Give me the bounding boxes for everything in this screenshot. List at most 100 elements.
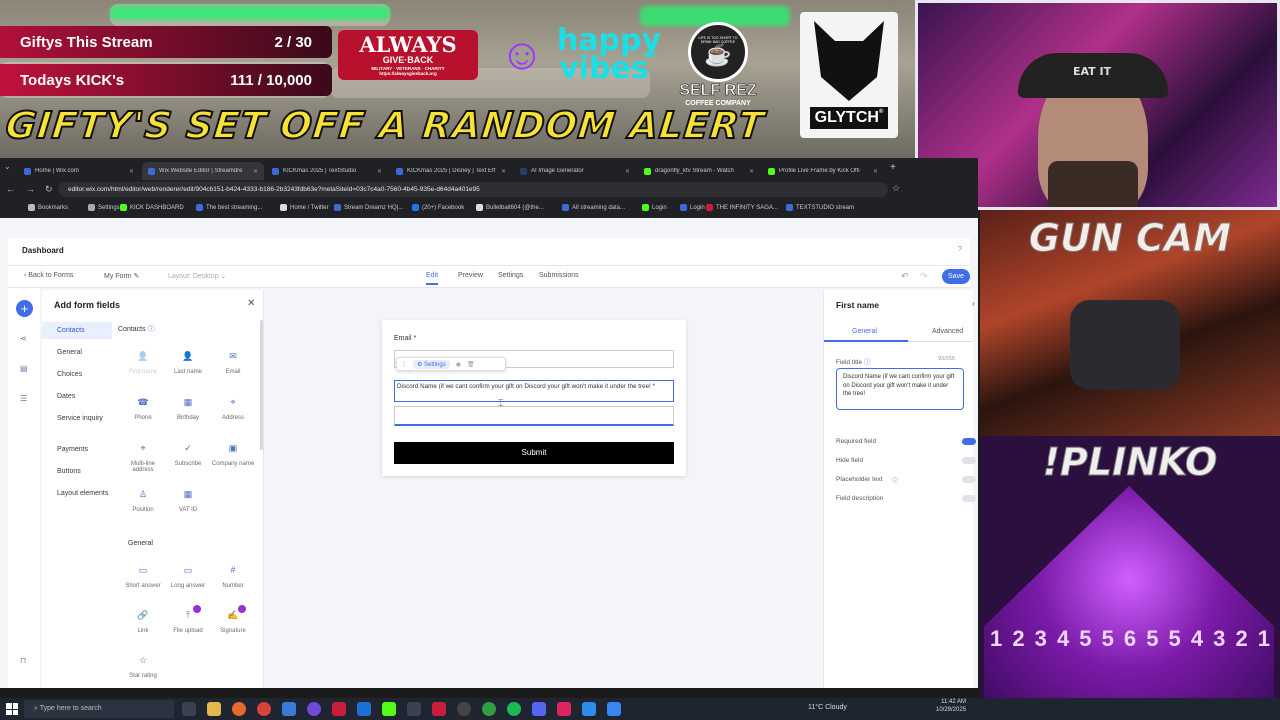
browser-tab[interactable]: Profile Live Frame by Kick Offi ✕	[762, 162, 884, 180]
info-icon[interactable]: ⓘ	[892, 476, 898, 485]
tab-close-icon[interactable]: ✕	[253, 168, 258, 175]
info-icon[interactable]: ⓘ	[864, 359, 871, 366]
file-explorer-icon[interactable]	[207, 702, 221, 716]
bookmark-item[interactable]: Bulletbait604 (@the...	[476, 204, 544, 211]
tab-close-icon[interactable]: ✕	[501, 168, 506, 175]
back-icon[interactable]: ←	[6, 184, 15, 194]
bookmark-item[interactable]: All streaming data...	[562, 204, 625, 211]
start-icon[interactable]	[6, 703, 18, 715]
toggle-switch[interactable]	[962, 438, 976, 445]
new-tab-button[interactable]: +	[890, 162, 896, 173]
field-tile[interactable]: 👤 Last name	[165, 350, 211, 375]
discord-name-label[interactable]: Discord Name (if we cant confirm your gi…	[394, 380, 674, 402]
browser-tab[interactable]: KICKmas 2025 | TextStudio ✕	[266, 162, 388, 180]
bookmark-item[interactable]: THE INFINITY SAGA...	[706, 204, 778, 211]
scrollbar[interactable]	[260, 320, 263, 450]
back-to-forms-link[interactable]: ‹ Back to Forms	[24, 272, 73, 279]
weather-widget[interactable]: 11°C Cloudy	[808, 704, 847, 711]
field-tile[interactable]: ✉ Email	[210, 350, 256, 375]
category-item[interactable]: Layout elements	[42, 485, 112, 502]
tab-preview[interactable]: Preview	[458, 272, 483, 279]
tab-general[interactable]: General	[852, 328, 877, 335]
category-item[interactable]: Buttons	[42, 463, 112, 480]
browser-tab[interactable]: KICKmas 2025 | Disney | Text Eff ✕	[390, 162, 512, 180]
settings-button[interactable]: ⚙ Settings	[413, 359, 450, 369]
field-tile[interactable]: ♙ Position	[120, 488, 166, 513]
app-icon[interactable]	[557, 702, 571, 716]
tab-submissions[interactable]: Submissions	[539, 272, 579, 279]
tab-close-icon[interactable]: ✕	[625, 168, 630, 175]
field-tile[interactable]: ▦ VAT ID	[165, 488, 211, 513]
bookmark-item[interactable]: The best streaming...	[196, 204, 262, 211]
tab-advanced[interactable]: Advanced	[932, 328, 963, 335]
app-icon[interactable]	[607, 702, 621, 716]
app-icon[interactable]	[432, 702, 446, 716]
close-icon[interactable]: ✕	[247, 298, 255, 309]
app-icon[interactable]	[282, 702, 296, 716]
layers-icon[interactable]: ▤	[20, 364, 28, 373]
app-icon[interactable]	[332, 702, 346, 716]
field-tile[interactable]: 🔗 Link	[120, 609, 166, 634]
browser-tab[interactable]: Home | Wix.com ✕	[18, 162, 140, 180]
bookmark-item[interactable]: Settings	[88, 204, 120, 211]
save-button[interactable]: Save	[942, 269, 970, 284]
bookmark-item[interactable]: KICK DASHBOARD	[120, 204, 184, 211]
toggle-switch[interactable]	[962, 495, 976, 502]
submit-button[interactable]: Submit	[394, 442, 674, 464]
bookmark-item[interactable]: Login	[680, 204, 705, 211]
category-item[interactable]: General	[42, 344, 112, 361]
category-item[interactable]: Service inquiry	[42, 410, 112, 427]
toggle-switch[interactable]	[962, 476, 976, 483]
visibility-icon[interactable]: ◉	[456, 361, 461, 368]
field-tile[interactable]: ✍ Signature	[210, 605, 256, 634]
field-tile[interactable]: ☎ Phone	[120, 396, 166, 421]
category-item[interactable]: Choices	[42, 366, 112, 383]
address-bar[interactable]: editor.wix.com/html/editor/web/renderer/…	[58, 182, 888, 197]
category-item[interactable]: Payments	[42, 441, 112, 458]
field-tile[interactable]: ☆ Star rating	[120, 654, 166, 679]
forward-icon[interactable]: →	[26, 184, 35, 194]
bookmark-item[interactable]: Bookmarks	[28, 204, 68, 211]
field-tile[interactable]: ▭ Short answer	[120, 564, 166, 589]
form-name[interactable]: My Form ✎	[104, 272, 139, 280]
field-tile[interactable]: ⌖ Address	[210, 396, 256, 421]
bookmark-item[interactable]: (20+) Facebook	[412, 204, 464, 211]
browser-tab[interactable]: dragonfly_ktv Stream - Watch ✕	[638, 162, 760, 180]
app-icon[interactable]	[357, 702, 371, 716]
browser-tab[interactable]: AI Image Generator ✕	[514, 162, 636, 180]
chrome-icon[interactable]	[257, 702, 271, 716]
undo-icon[interactable]: ↶	[901, 271, 909, 282]
share-icon[interactable]: ⋖	[20, 334, 27, 343]
drag-handle-icon[interactable]: ⋮	[401, 361, 407, 368]
field-tile[interactable]: ▣ Company name	[210, 442, 256, 467]
store-icon[interactable]: ⊓	[20, 656, 26, 665]
close-icon[interactable]: ›	[972, 299, 975, 308]
firefox-icon[interactable]	[232, 702, 246, 716]
bookmark-item[interactable]: Home / Twitter	[280, 204, 329, 211]
field-title-input[interactable]: Discord Name (if we cant confirm your gi…	[836, 368, 964, 410]
browser-tab[interactable]: Wix Website Editor | Streamdre ✕	[142, 162, 264, 180]
xbox-icon[interactable]	[482, 702, 496, 716]
spotify-icon[interactable]	[507, 702, 521, 716]
field-tile[interactable]: ▭ Long answer	[165, 564, 211, 589]
reload-icon[interactable]: ↻	[45, 184, 53, 195]
category-item[interactable]: Contacts	[42, 322, 112, 340]
obs-icon[interactable]	[457, 702, 471, 716]
tab-close-icon[interactable]: ✕	[873, 168, 878, 175]
tab-close-icon[interactable]: ✕	[749, 168, 754, 175]
app-icon[interactable]	[307, 702, 321, 716]
bookmark-item[interactable]: Login	[642, 204, 667, 211]
bookmark-item[interactable]: Stream Dreamz HQ|...	[334, 204, 403, 211]
rules-icon[interactable]: ☰	[20, 394, 27, 403]
field-tile[interactable]: # Number	[210, 564, 256, 589]
field-tile[interactable]: ▦ Birthday	[165, 396, 211, 421]
bookmark-item[interactable]: TEXTSTUDIO stream	[786, 204, 854, 211]
app-icon[interactable]	[407, 702, 421, 716]
tab-close-icon[interactable]: ✕	[129, 168, 134, 175]
field-tile[interactable]: ⤒ File upload	[165, 605, 211, 634]
kick-icon[interactable]	[382, 702, 396, 716]
taskbar-search-input[interactable]: ⌕ Type here to search	[24, 700, 174, 718]
add-icon[interactable]: +	[16, 300, 33, 317]
tab-edit[interactable]: Edit	[426, 272, 439, 285]
discord-icon[interactable]	[532, 702, 546, 716]
